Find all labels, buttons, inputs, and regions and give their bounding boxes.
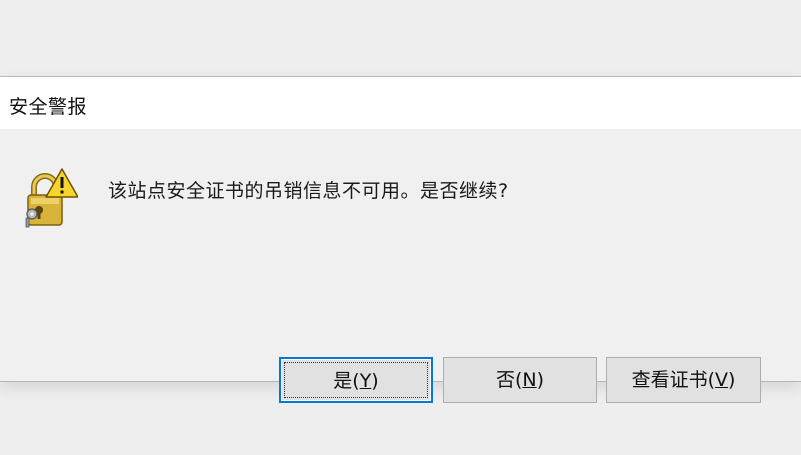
yes-button-label: 是(Y) bbox=[333, 370, 379, 392]
dialog-content: 该站点安全证书的吊销信息不可用。是否继续? 是(Y) 否(N) 查看证书(V) bbox=[0, 129, 801, 403]
no-button[interactable]: 否(N) bbox=[443, 357, 597, 403]
dialog-title: 安全警报 bbox=[9, 96, 88, 118]
no-button-label: 否(N) bbox=[495, 369, 545, 391]
dialog-titlebar[interactable]: 安全警报 bbox=[0, 77, 801, 129]
alert-message: 该站点安全证书的吊销信息不可用。是否继续? bbox=[108, 180, 509, 202]
security-alert-dialog: 安全警报 该站点安全证书的吊销信息不可用。是否继续? 是(Y) 否(N) 查看证… bbox=[0, 76, 801, 403]
view-certificate-button-label: 查看证书(V) bbox=[631, 369, 736, 391]
screen-background: 安全警报 该站点安全证书的吊销信息不可用。是否继续? 是(Y) 否(N) 查看证… bbox=[0, 0, 801, 455]
view-certificate-button[interactable]: 查看证书(V) bbox=[606, 357, 761, 403]
yes-button[interactable]: 是(Y) bbox=[279, 357, 433, 403]
security-warning-lock-icon bbox=[25, 168, 78, 228]
